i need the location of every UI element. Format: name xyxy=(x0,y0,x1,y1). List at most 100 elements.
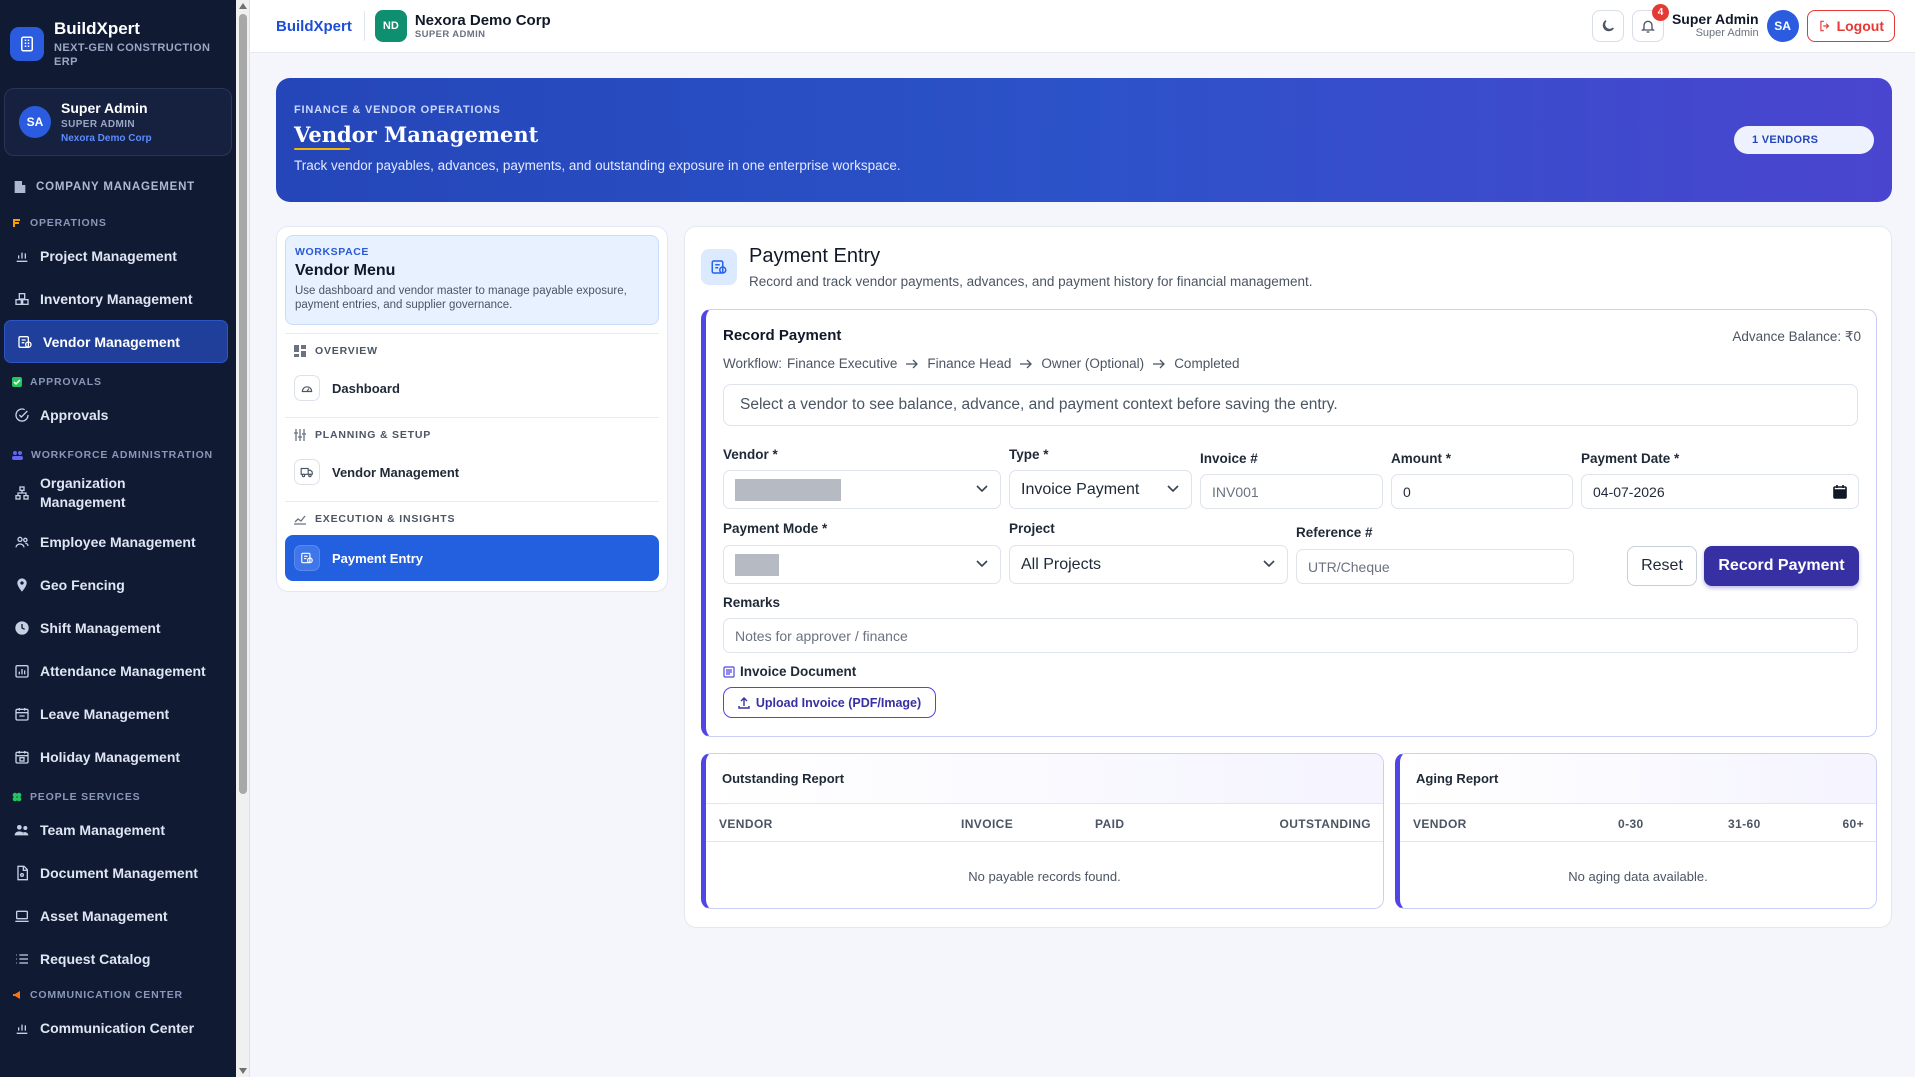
chevron-down-icon xyxy=(976,560,988,568)
sidebar-item-approvals[interactable]: Approvals xyxy=(0,393,236,436)
logout-button[interactable]: Logout xyxy=(1806,10,1895,42)
payment-icon xyxy=(701,249,737,285)
theme-toggle-button[interactable] xyxy=(1591,10,1624,42)
sidebar-item-employee-management[interactable]: Employee Management xyxy=(0,520,236,563)
map-pin-icon xyxy=(17,577,27,592)
sidebar-item-label: Approvals xyxy=(40,406,109,423)
remarks-input[interactable]: Notes for approver / finance xyxy=(723,618,1858,653)
amount-label: Amount * xyxy=(1391,451,1451,466)
topbar-user[interactable]: Super Admin Super Admin xyxy=(1672,12,1759,40)
empty-state: No payable records found. xyxy=(968,869,1121,884)
org-info[interactable]: Nexora Demo Corp SUPER ADMIN xyxy=(414,12,551,40)
sidebar-item-request-catalog[interactable]: Request Catalog xyxy=(0,937,236,980)
people-icon xyxy=(12,451,23,460)
sidebar-item-vendor-management[interactable]: Vendor Management xyxy=(4,320,228,363)
calendar-icon[interactable] xyxy=(1833,485,1847,499)
sidebar-item-inventory-management[interactable]: Inventory Management xyxy=(0,277,236,320)
upload-label: Upload Invoice (PDF/Image) xyxy=(755,695,922,710)
reset-button[interactable]: Reset xyxy=(1627,546,1697,586)
sidebar-item-label: Attendance Management xyxy=(40,662,206,679)
column-header[interactable]: INVOICE xyxy=(961,817,1013,831)
user-org: Nexora Demo Corp xyxy=(61,133,152,144)
amount-input[interactable]: 0 xyxy=(1391,474,1573,509)
vendor-menu: WORKSPACE Vendor Menu Use dashboard and … xyxy=(276,226,668,592)
sidebar-item-holiday-management[interactable]: Holiday Management xyxy=(0,735,236,778)
org-role: SUPER ADMIN xyxy=(414,28,486,40)
brand-name: BuildXpert xyxy=(54,18,140,38)
sidebar: BuildXpert NEXT-GEN CONSTRUCTION ERP SA … xyxy=(0,0,236,1077)
section-label: COMMUNICATION CENTER xyxy=(30,989,183,1001)
vendor-count-badge: 1 VENDORS xyxy=(1734,126,1874,154)
topbar-brand[interactable]: BuildXpert xyxy=(276,18,352,35)
vendor-context-hint: Select a vendor to see balance, advance,… xyxy=(723,384,1858,426)
chart-bar-icon xyxy=(16,252,28,262)
divider xyxy=(363,11,365,41)
aging-report: Aging Report VENDOR 0-30 31-60 60+ No ag… xyxy=(1395,753,1877,909)
section-label: PEOPLE SERVICES xyxy=(30,791,141,803)
hero-eyebrow: FINANCE & VENDOR OPERATIONS xyxy=(294,104,501,116)
menu-item-vendor-management[interactable]: Vendor Management xyxy=(285,451,659,493)
scroll-down-arrow-icon[interactable] xyxy=(239,1068,247,1074)
section-subtitle: Record and track vendor payments, advanc… xyxy=(749,274,1313,289)
reference-input[interactable]: UTR/Cheque xyxy=(1296,549,1574,584)
scroll-thumb[interactable] xyxy=(239,14,247,794)
sidebar-user-card[interactable]: SA Super Admin SUPER ADMIN Nexora Demo C… xyxy=(4,88,232,156)
project-select[interactable]: All Projects xyxy=(1009,545,1288,584)
payment-date-input[interactable]: 04-07-2026 xyxy=(1581,474,1859,509)
upload-icon xyxy=(738,696,750,709)
section-label: WORKFORCE ADMINISTRATION xyxy=(31,449,213,461)
type-select[interactable]: Invoice Payment xyxy=(1009,470,1192,509)
column-header[interactable]: 0-30 xyxy=(1618,817,1644,831)
sidebar-item-label: Project Management xyxy=(40,247,177,264)
menu-item-dashboard[interactable]: Dashboard xyxy=(285,367,659,409)
column-header[interactable]: 60+ xyxy=(1842,817,1864,831)
upload-invoice-button[interactable]: Upload Invoice (PDF/Image) xyxy=(723,687,936,718)
sidebar-item-geo-fencing[interactable]: Geo Fencing xyxy=(0,563,236,606)
sidebar-item-document-management[interactable]: Document Management xyxy=(0,851,236,894)
hero-banner: FINANCE & VENDOR OPERATIONS Vendor Manag… xyxy=(276,78,1892,202)
workspace-description: Use dashboard and vendor master to manag… xyxy=(295,285,627,311)
section-overview: OVERVIEW xyxy=(285,333,659,367)
sidebar-item-company-management[interactable]: COMPANY MANAGEMENT xyxy=(0,170,236,204)
sidebar-item-label: Asset Management xyxy=(40,907,168,924)
menu-item-payment-entry[interactable]: Payment Entry xyxy=(285,535,659,581)
section-communication: COMMUNICATION CENTER xyxy=(0,984,236,1006)
sidebar-item-label: Document Management xyxy=(40,864,198,881)
column-header[interactable]: VENDOR xyxy=(1413,817,1467,831)
workflow: Workflow: Finance Executive Finance Head… xyxy=(723,356,1239,371)
sidebar-item-label: Communication Center xyxy=(40,1019,195,1036)
building-icon xyxy=(10,26,44,61)
brand[interactable]: BuildXpert NEXT-GEN CONSTRUCTION ERP xyxy=(0,0,236,82)
sidebar-item-team-management[interactable]: Team Management xyxy=(0,808,236,851)
record-payment-form: Record Payment Advance Balance: ₹0 Workf… xyxy=(701,309,1877,737)
sidebar-scrollbar[interactable] xyxy=(236,0,250,1077)
sidebar-item-label: Holiday Management xyxy=(40,748,181,765)
sidebar-item-communication-center[interactable]: Communication Center xyxy=(0,1006,236,1049)
column-header[interactable]: 31-60 xyxy=(1728,817,1761,831)
document-icon xyxy=(17,865,28,880)
sidebar-item-leave-management[interactable]: Leave Management xyxy=(0,692,236,735)
vendor-select[interactable] xyxy=(723,470,1001,509)
column-header[interactable]: VENDOR xyxy=(719,817,773,831)
report-header-row: VENDOR INVOICE PAID OUTSTANDING xyxy=(706,804,1383,842)
avatar[interactable]: SA xyxy=(1766,10,1799,42)
scroll-up-arrow-icon[interactable] xyxy=(239,3,247,9)
sidebar-item-shift-management[interactable]: Shift Management xyxy=(0,606,236,649)
project-label: Project xyxy=(1009,521,1055,536)
sidebar-item-asset-management[interactable]: Asset Management xyxy=(0,894,236,937)
sidebar-item-label: Team Management xyxy=(40,821,165,838)
type-label: Type * xyxy=(1009,447,1049,462)
clock-icon xyxy=(15,620,29,635)
sidebar-item-project-management[interactable]: Project Management xyxy=(0,234,236,277)
sidebar-item-organization-management[interactable]: Organization Management xyxy=(0,466,236,520)
section-execution: EXECUTION & INSIGHTS xyxy=(285,501,659,535)
record-payment-button[interactable]: Record Payment xyxy=(1704,546,1859,586)
sidebar-item-attendance-management[interactable]: Attendance Management xyxy=(0,649,236,692)
column-header[interactable]: PAID xyxy=(1095,817,1124,831)
laptop-icon xyxy=(15,910,29,922)
payment-mode-select[interactable] xyxy=(723,545,1001,584)
column-header[interactable]: OUTSTANDING xyxy=(1279,817,1371,831)
report-title: Aging Report xyxy=(1400,754,1876,804)
notifications-button[interactable]: 4 xyxy=(1631,4,1669,42)
invoice-input[interactable]: INV001 xyxy=(1200,474,1383,509)
